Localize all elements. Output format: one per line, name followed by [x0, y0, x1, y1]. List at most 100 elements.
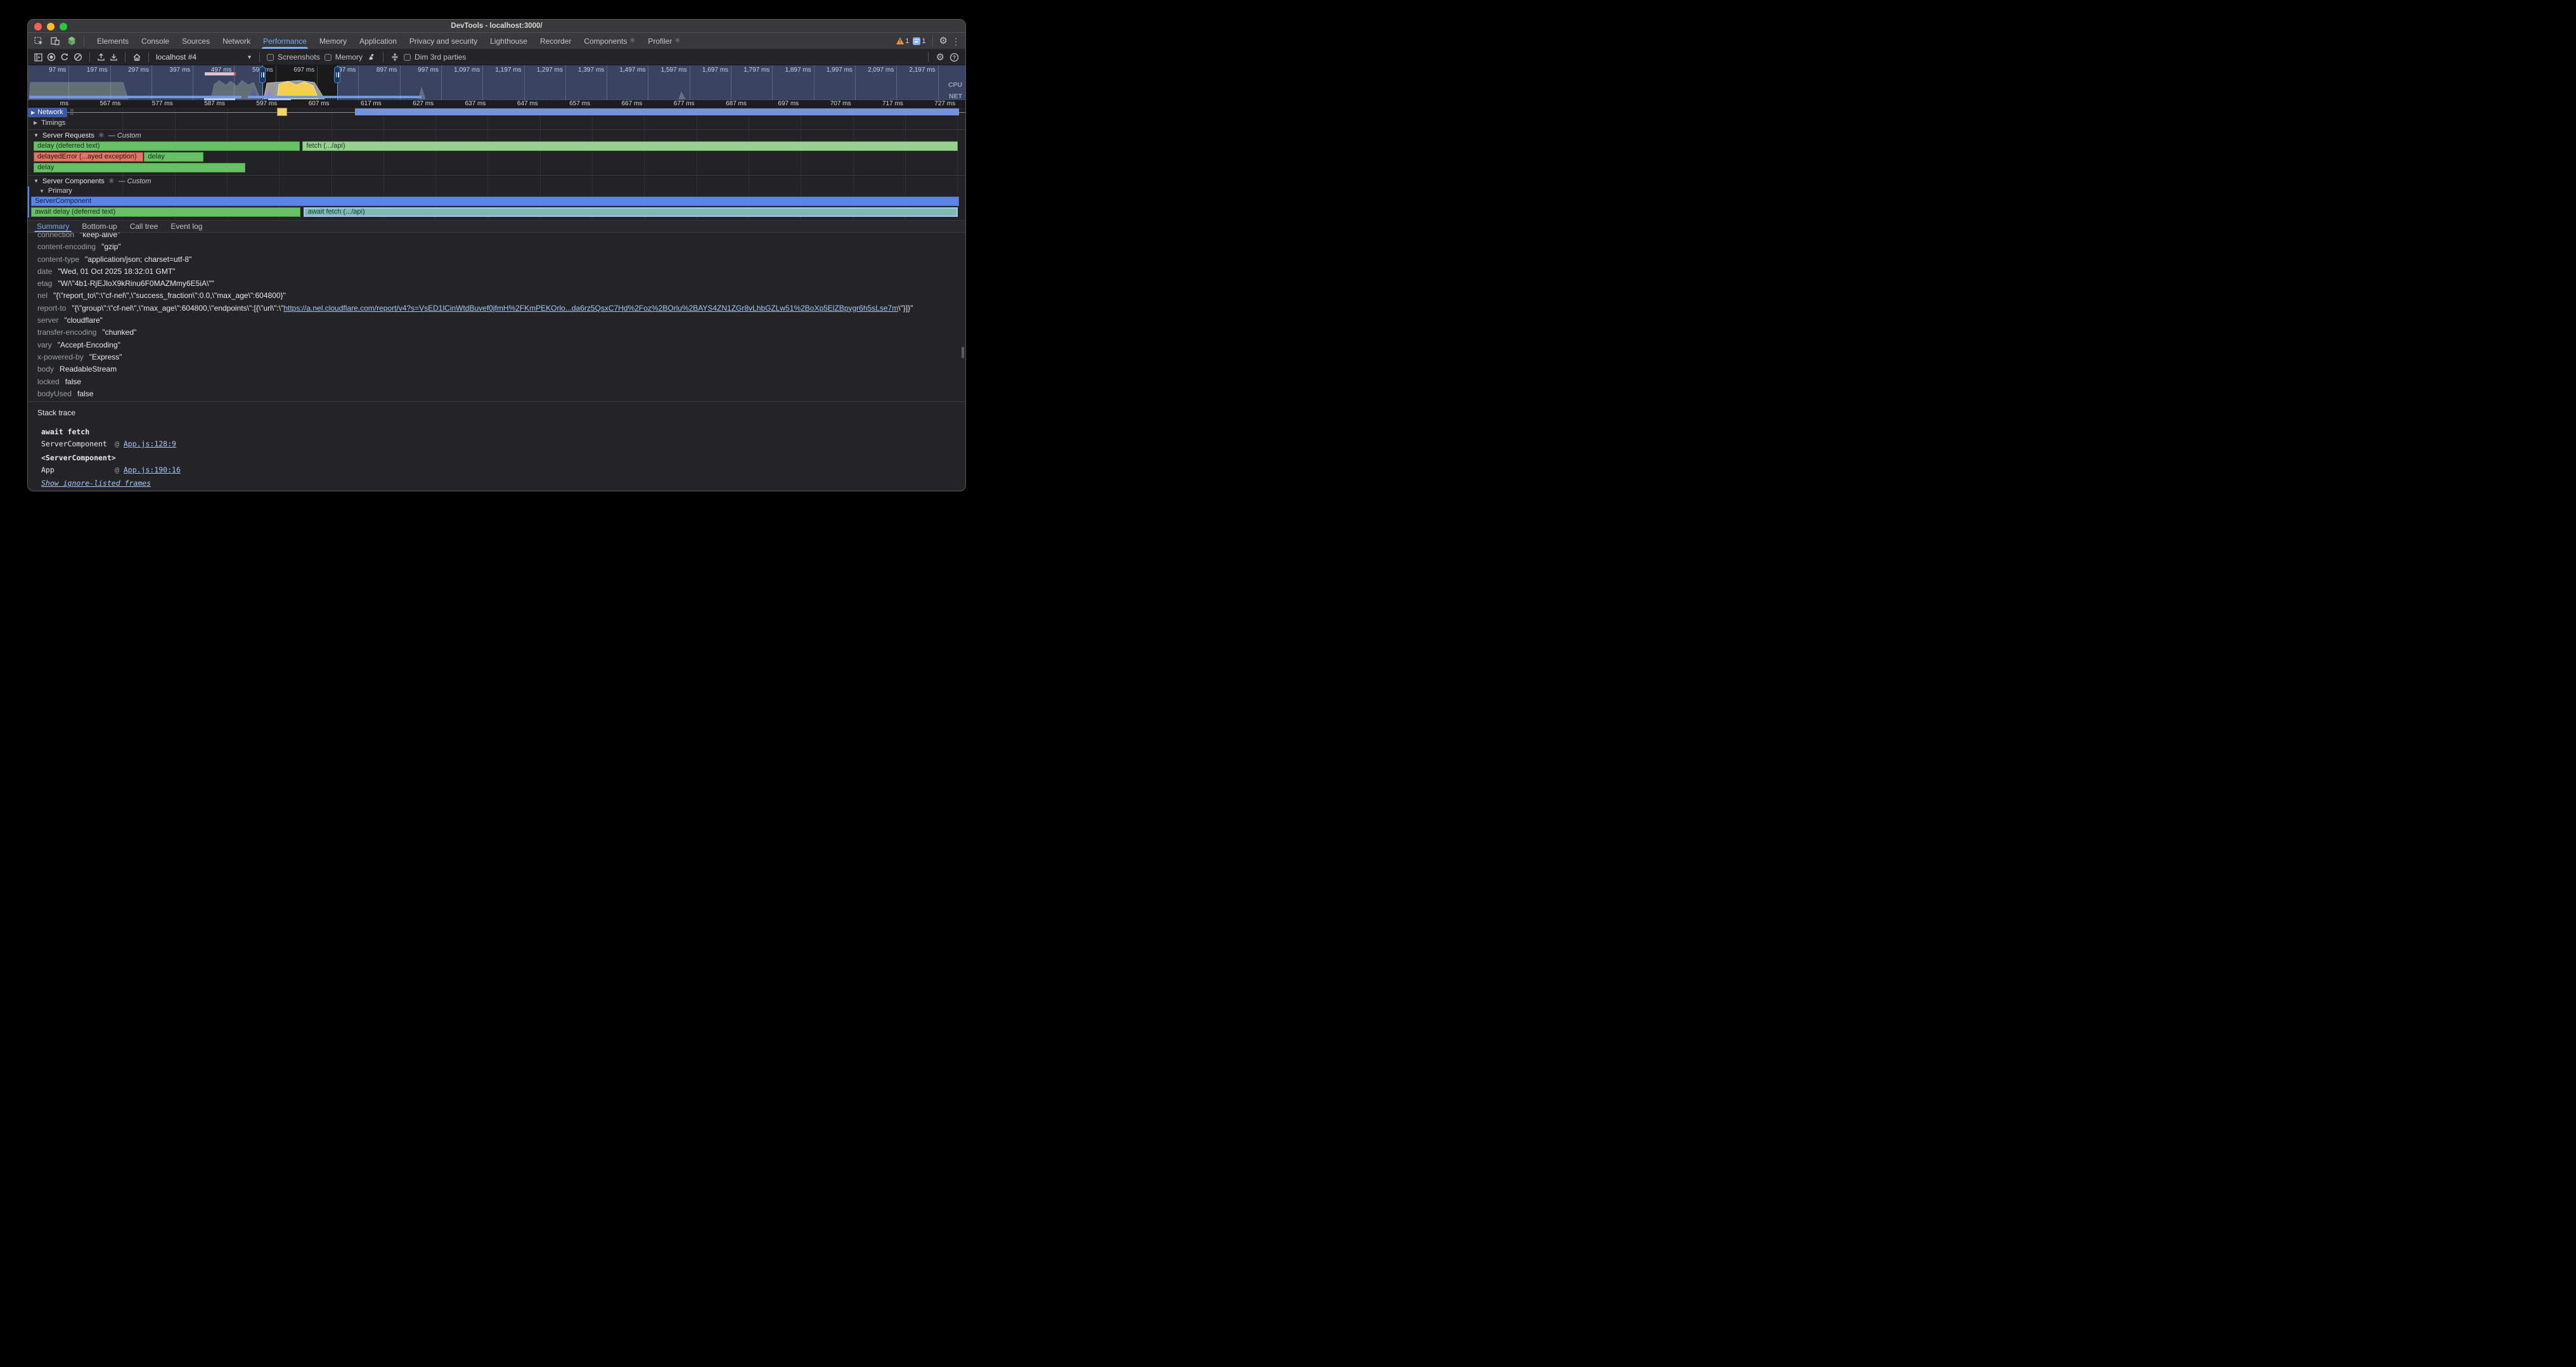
timeline-event-delay-deferred-text[interactable]: delay (deferred text) [34, 141, 300, 151]
tab-elements[interactable]: Elements [91, 33, 135, 49]
source-location-link[interactable]: App.js:190:16 [124, 465, 181, 474]
scrollbar-thumb[interactable] [962, 347, 964, 358]
summary-row-x-powered-by: x-powered-by"Express" [37, 351, 965, 363]
tab-memory[interactable]: Memory [313, 33, 353, 49]
timeline-event[interactable] [277, 108, 287, 116]
inspect-element-icon[interactable] [32, 34, 46, 48]
capture-settings-gear-icon[interactable]: ⚙ [936, 53, 944, 62]
tab-summary[interactable]: Summary [30, 221, 75, 232]
summary-row-body: bodyReadableStream [37, 363, 965, 375]
ruler-tick: ms [60, 100, 68, 107]
tab-profiler[interactable]: Profiler⚛ [641, 33, 686, 49]
track-bar-row: delay [28, 163, 965, 173]
record-button[interactable] [47, 53, 56, 62]
server-components-track-header[interactable]: ▼ Server Components ⚛ — Custom [28, 176, 965, 186]
overview-window-left-handle[interactable] [262, 65, 263, 100]
stack-frame: App@ App.js:190:16 [37, 464, 965, 476]
track-bar-row: ServerComponent [29, 197, 965, 207]
tab-label: Application [359, 37, 397, 46]
tab-event-log[interactable]: Event log [164, 221, 209, 232]
tab-network[interactable]: Network [216, 33, 257, 49]
ruler-tick: 647 ms [517, 100, 538, 107]
dim-3rd-parties-checkbox[interactable]: Dim 3rd parties [404, 53, 466, 62]
track-grip-icon[interactable]: ⣿ [70, 108, 74, 115]
tab-call-tree[interactable]: Call tree [124, 221, 165, 232]
tab-label: Sources [182, 37, 210, 46]
warnings-badge[interactable]: ! 1 [896, 37, 909, 45]
device-toolbar-icon[interactable] [48, 34, 62, 48]
timeline-event[interactable] [355, 108, 958, 115]
summary-value: "gzip" [101, 242, 121, 251]
overview-window-right-handle[interactable] [337, 65, 338, 100]
timeline-event-delay[interactable]: delay [34, 163, 245, 172]
ruler-tick: 667 ms [622, 100, 643, 107]
server-requests-track-header[interactable]: ▼ Server Requests ⚛ — Custom [28, 131, 965, 141]
interactions-bar [205, 72, 234, 75]
summary-value: false [77, 389, 93, 398]
summary-value: ReadableStream [60, 365, 117, 373]
tab-components[interactable]: Components⚛ [577, 33, 641, 49]
timeline-event-servercomponent[interactable]: ServerComponent [31, 197, 959, 206]
summary-value: "cloudflare" [64, 316, 103, 325]
ruler-tick: 627 ms [413, 100, 434, 107]
summary-key: x-powered-by [37, 353, 84, 361]
frame-function: ServerComponent [41, 438, 112, 450]
net-label: NET [949, 93, 962, 100]
tab-label: Network [222, 37, 250, 46]
tab-bottom-up[interactable]: Bottom-up [75, 221, 123, 232]
summary-row-vary: vary"Accept-Encoding" [37, 339, 965, 351]
history-select[interactable]: localhost #4 ▼ [156, 53, 252, 62]
collect-garbage-icon[interactable] [367, 53, 376, 62]
timeline-overview[interactable]: 97 ms197 ms297 ms397 ms497 ms597 ms697 m… [28, 65, 965, 100]
issues-badge[interactable]: 1 [913, 37, 925, 45]
summary-row-locked: lockedfalse [37, 376, 965, 388]
kebab-menu-icon[interactable]: ⋮ [951, 37, 960, 46]
timeline-event-delay[interactable]: delay [144, 152, 203, 162]
summary-value: "{\"report_to\":\"cf-nel\",\"success_fra… [53, 291, 286, 300]
toggle-sidebar-icon[interactable] [34, 53, 42, 62]
svg-text:?: ? [953, 54, 956, 60]
ruler-tick: 717 ms [882, 100, 903, 107]
timeline-event-await-fetch-api[interactable]: await fetch (.../api) [304, 207, 958, 217]
summary-row-bodyused: bodyUsedfalse [37, 388, 965, 400]
window-title: DevTools - localhost:3000/ [451, 22, 542, 30]
memory-checkbox[interactable]: Memory [325, 53, 363, 62]
network-track[interactable]: ▶ Network ⣿ [28, 107, 965, 117]
collapse-triangle-icon: ▼ [39, 186, 44, 196]
primary-subgroup-header[interactable]: ▼ Primary [29, 186, 965, 196]
screenshots-checkbox[interactable]: Screenshots [267, 53, 320, 62]
frame-function: App [41, 464, 112, 476]
report-to-url-link[interactable]: https://a.nel.cloudflare.com/report/v4?s… [283, 304, 898, 313]
timeline-event-await-delay-deferred-text[interactable]: await delay (deferred text) [31, 207, 300, 217]
performance-toolbar: localhost #4 ▼ Screenshots Memory Dim 3r… [28, 49, 965, 65]
timings-track[interactable]: ▶ Timings [28, 118, 965, 128]
close-window-button[interactable] [34, 23, 42, 30]
zoom-window-button[interactable] [60, 23, 67, 30]
minimize-window-button[interactable] [47, 23, 55, 30]
summary-row-transfer-encoding: transfer-encoding"chunked" [37, 327, 965, 339]
help-icon[interactable]: ? [950, 53, 959, 62]
extension-gem-icon[interactable] [65, 34, 79, 48]
tab-application[interactable]: Application [353, 33, 403, 49]
settings-gear-icon[interactable]: ⚙ [939, 36, 948, 46]
clear-button[interactable] [74, 53, 82, 62]
tab-sources[interactable]: Sources [176, 33, 216, 49]
network-track-label[interactable]: ▶ Network [28, 108, 67, 117]
timeline-event-fetch-api[interactable]: fetch (.../api) [302, 141, 958, 151]
tab-lighthouse[interactable]: Lighthouse [484, 33, 534, 49]
tab-performance[interactable]: Performance [257, 33, 313, 49]
collapse-tracks-icon[interactable] [390, 53, 399, 62]
tab-privacy-and-security[interactable]: Privacy and security [403, 33, 484, 49]
live-metrics-home-icon[interactable] [132, 53, 141, 62]
summary-pane: connection"keep-alive"content-encoding"g… [28, 233, 965, 401]
save-profile-button[interactable] [110, 53, 118, 62]
show-ignore-listed-frames-link[interactable]: Show ignore-listed frames [41, 479, 151, 488]
load-profile-button[interactable] [97, 53, 105, 62]
devtools-tabbar: ElementsConsole Sources Network Performance… [28, 33, 965, 49]
source-location-link[interactable]: App.js:128:9 [124, 439, 176, 448]
summary-key: vary [37, 340, 52, 349]
tab-recorder[interactable]: Recorder [534, 33, 577, 49]
tab-console[interactable]: Console [135, 33, 176, 49]
timeline-event-delayederror-ayed-exception[interactable]: delayedError (...ayed exception) [34, 152, 143, 162]
record-and-reload-button[interactable] [60, 53, 69, 62]
